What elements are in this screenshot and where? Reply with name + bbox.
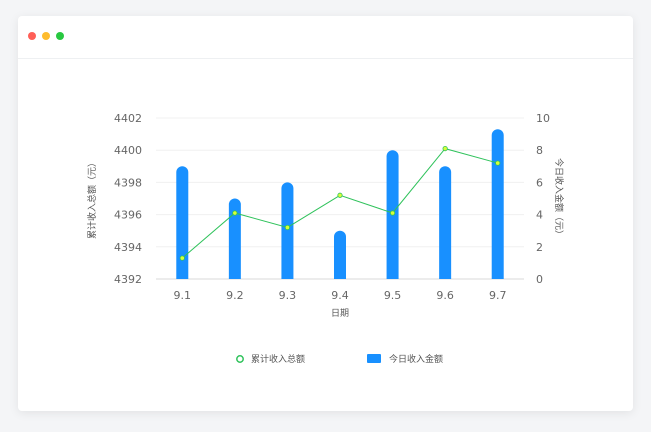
bar <box>176 166 189 279</box>
bar <box>491 129 504 279</box>
y-right-tick-label: 4 <box>536 209 543 222</box>
y-left-axis-label: 累计收入总额（元） <box>86 158 98 239</box>
legend-line-marker <box>236 355 244 363</box>
line-point <box>337 192 343 198</box>
combo-chart: 4392 4394 4396 4398 4400 4402 0 2 4 6 8 10 9.1 9.2 9.3… <box>86 112 565 365</box>
legend-line-label: 累计收入总额 <box>251 353 305 365</box>
x-tick-label: 9.1 <box>174 289 192 302</box>
x-tick-label: 9.7 <box>489 289 507 302</box>
y-left-tick-label: 4396 <box>114 209 142 222</box>
x-tick-label: 9.5 <box>384 289 402 302</box>
line-point <box>389 210 396 216</box>
x-tick-label: 9.6 <box>436 289 454 302</box>
line-point <box>179 255 185 261</box>
x-axis-label: 日期 <box>331 308 349 319</box>
line-point <box>495 160 501 166</box>
x-tick-label: 9.4 <box>331 289 349 302</box>
y-left-tick-label: 4394 <box>114 241 142 254</box>
line-point <box>284 224 291 231</box>
legend-bar-label: 今日收入金额 <box>389 353 443 365</box>
y-right-axis-label: 今日收入金额（元） <box>553 158 565 239</box>
bar <box>439 166 452 279</box>
y-left-tick-label: 4392 <box>114 273 142 286</box>
line-point <box>232 210 238 216</box>
legend-bar-marker <box>367 354 381 363</box>
x-tick-label: 9.2 <box>226 289 244 302</box>
bar <box>334 230 346 279</box>
y-right-tick-label: 2 <box>536 241 543 254</box>
bar <box>281 182 294 279</box>
y-left-tick-label: 4398 <box>114 176 142 189</box>
y-right-tick-label: 0 <box>536 273 543 286</box>
y-right-tick-label: 8 <box>536 144 543 157</box>
y-left-tick-label: 4400 <box>114 144 142 157</box>
y-left-tick-label: 4402 <box>114 112 142 125</box>
chart-window: 4392 4394 4396 4398 4400 4402 0 2 4 6 8 10 9.1 9.2 9.3… <box>18 16 633 411</box>
x-tick-label: 9.3 <box>279 289 297 302</box>
line-point <box>442 145 448 152</box>
y-right-tick-label: 10 <box>536 112 550 125</box>
y-right-tick-label: 6 <box>536 176 543 189</box>
